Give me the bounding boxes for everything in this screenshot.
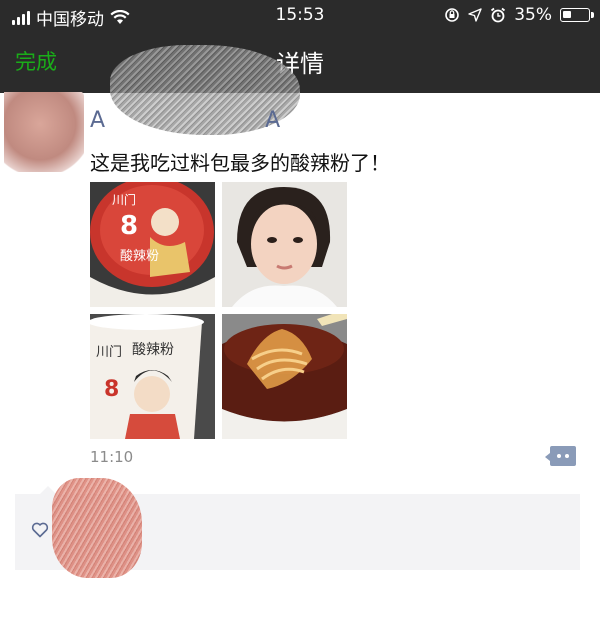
location-icon bbox=[468, 8, 482, 22]
post-photo-3[interactable]: 川门 酸辣粉 8 bbox=[90, 314, 215, 439]
heart-outline-icon bbox=[31, 522, 49, 538]
username[interactable]: A A bbox=[90, 108, 282, 133]
username-prefix: A bbox=[90, 108, 108, 133]
noodle-cup-side-image: 川门 酸辣粉 8 bbox=[90, 314, 215, 439]
post-photo-2[interactable] bbox=[222, 182, 347, 307]
lid-product-text: 酸辣粉 bbox=[120, 249, 159, 264]
avatar[interactable] bbox=[4, 92, 84, 172]
status-bar: 中国移动 15:53 35% bbox=[0, 0, 600, 30]
post-text: 这是我吃过料包最多的酸辣粉了！ bbox=[90, 151, 390, 175]
selfie-image bbox=[222, 182, 347, 307]
post-time: 11:10 bbox=[90, 448, 134, 466]
comment-button[interactable] bbox=[545, 446, 576, 466]
post-photo-4[interactable] bbox=[222, 314, 347, 439]
page-title: 详情 bbox=[276, 50, 324, 78]
nav-bar: 完成 详情 bbox=[0, 32, 600, 92]
cup-product-text: 酸辣粉 bbox=[132, 342, 174, 358]
noodle-bowl-image bbox=[222, 314, 347, 439]
lid-number-text: 8 bbox=[120, 211, 138, 241]
battery-fill bbox=[563, 11, 571, 18]
redaction-scribble bbox=[52, 478, 142, 578]
battery-icon bbox=[560, 8, 594, 22]
noodle-cup-lid-image: 川门 8 酸辣粉 bbox=[90, 182, 215, 307]
battery-percent: 35% bbox=[514, 5, 552, 25]
orientation-lock-icon bbox=[445, 8, 460, 22]
post-photo-1[interactable]: 川门 8 酸辣粉 bbox=[90, 182, 215, 307]
cup-number-text: 8 bbox=[104, 377, 119, 402]
username-suffix: A bbox=[265, 108, 283, 133]
lid-brand-text: 川门 bbox=[112, 192, 136, 207]
top-bar: 中国移动 15:53 35% 完成 详情 bbox=[0, 0, 600, 93]
cup-brand-text: 川门 bbox=[96, 345, 122, 360]
alarm-icon bbox=[491, 7, 506, 23]
